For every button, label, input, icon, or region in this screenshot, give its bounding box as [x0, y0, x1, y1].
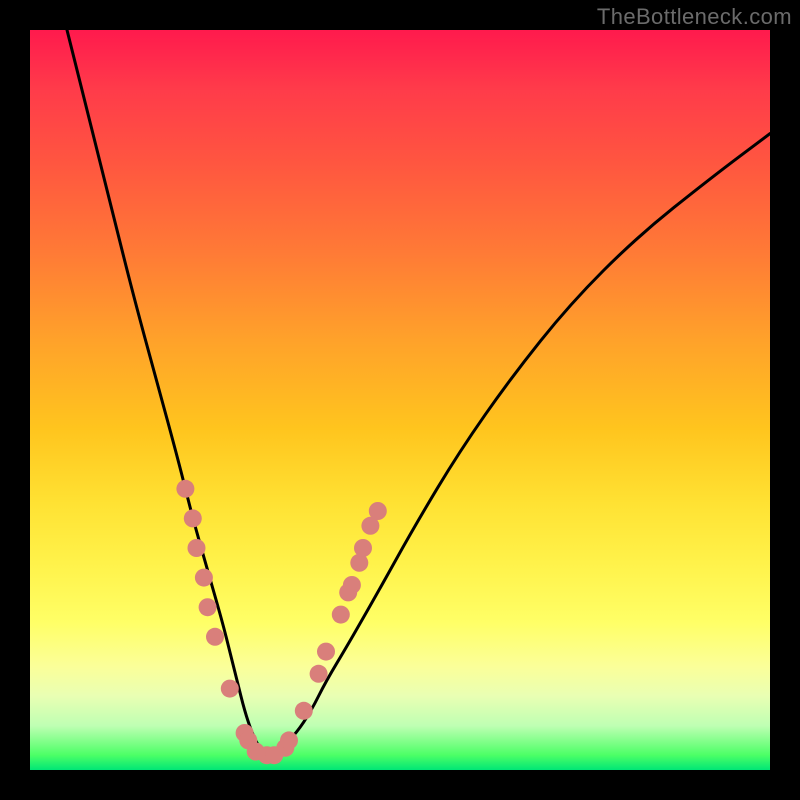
- curve-markers: [30, 30, 770, 770]
- plot-area: [30, 30, 770, 770]
- curve-marker: [343, 576, 361, 594]
- curve-marker: [199, 598, 217, 616]
- chart-frame: TheBottleneck.com: [0, 0, 800, 800]
- curve-marker: [195, 569, 213, 587]
- curve-marker: [354, 539, 372, 557]
- curve-marker: [310, 665, 328, 683]
- curve-marker: [280, 731, 298, 749]
- curve-marker: [184, 509, 202, 527]
- curve-marker: [221, 680, 239, 698]
- curve-marker: [369, 502, 387, 520]
- watermark-text: TheBottleneck.com: [597, 4, 792, 30]
- curve-marker: [206, 628, 224, 646]
- curve-marker: [295, 702, 313, 720]
- curve-marker: [332, 606, 350, 624]
- curve-marker: [317, 643, 335, 661]
- curve-marker: [188, 539, 206, 557]
- curve-marker: [176, 480, 194, 498]
